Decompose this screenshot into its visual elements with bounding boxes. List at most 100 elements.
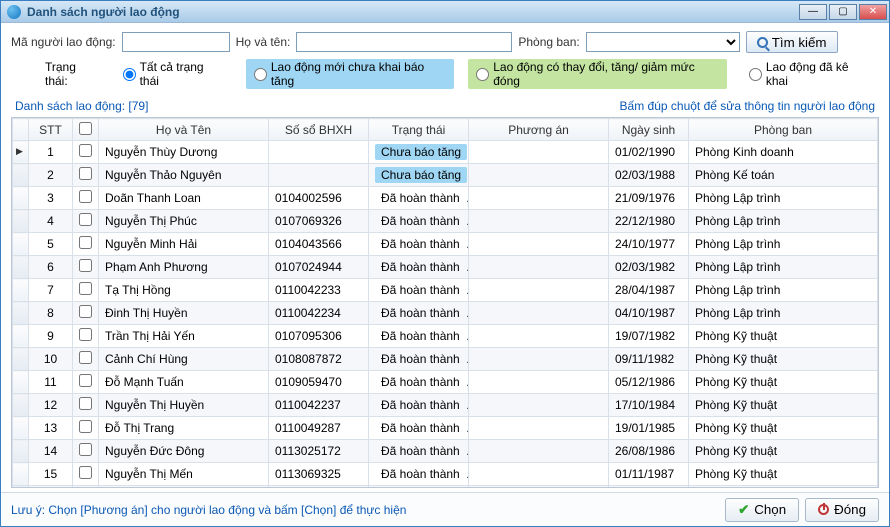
table-row[interactable]: 15Nguyễn Thị Mến0113069325Đã hoàn thành0… [13,463,878,486]
cell-checkbox[interactable] [73,463,99,486]
cell-plan[interactable] [469,141,609,164]
maximize-button[interactable]: ▢ [829,4,857,20]
header-bhxh[interactable]: Số sổ BHXH [269,119,369,141]
row-handle [13,325,29,348]
cell-checkbox[interactable] [73,302,99,325]
cell-checkbox[interactable] [73,210,99,233]
cell-plan[interactable] [469,371,609,394]
cell-plan[interactable] [469,164,609,187]
dept-select[interactable] [586,32,740,52]
status-option-new[interactable]: Lao động mới chưa khai báo tăng [246,59,454,89]
row-checkbox[interactable] [79,259,92,272]
cell-checkbox[interactable] [73,325,99,348]
header-stt[interactable]: STT [29,119,73,141]
table-row[interactable]: 7Tạ Thị Hồng0110042233Đã hoàn thành28/04… [13,279,878,302]
cell-checkbox[interactable] [73,371,99,394]
cell-plan[interactable] [469,279,609,302]
table-row[interactable]: 9Trần Thị Hải Yến0107095306Đã hoàn thành… [13,325,878,348]
table-row[interactable]: 11Đỗ Mạnh Tuấn0109059470Đã hoàn thành05/… [13,371,878,394]
cell-checkbox[interactable] [73,256,99,279]
grid-scroll[interactable]: STT Họ và Tên Số sổ BHXH Trạng thái Phươ… [12,118,878,487]
cell-checkbox[interactable] [73,164,99,187]
row-checkbox[interactable] [79,328,92,341]
name-input[interactable] [296,32,512,52]
row-checkbox[interactable] [79,397,92,410]
cell-status: Đã hoàn thành [369,279,469,302]
select-all-checkbox[interactable] [79,122,92,135]
status-option-all[interactable]: Tất cả trạng thái [115,59,232,89]
cell-status: Đã hoàn thành [369,463,469,486]
status-badge: Đã hoàn thành [375,443,466,459]
cell-checkbox[interactable] [73,233,99,256]
table-row[interactable]: 3Doãn Thanh Loan0104002596Đã hoàn thành2… [13,187,878,210]
cell-plan[interactable] [469,463,609,486]
table-row[interactable]: 12Nguyễn Thị Huyền0110042237Đã hoàn thàn… [13,394,878,417]
row-handle [13,256,29,279]
table-row[interactable]: 8Đinh Thị Huyền0110042234Đã hoàn thành04… [13,302,878,325]
row-checkbox[interactable] [79,236,92,249]
table-row[interactable]: 6Phạm Anh Phương0107024944Đã hoàn thành0… [13,256,878,279]
code-input[interactable] [122,32,230,52]
header-dob[interactable]: Ngày sinh [609,119,689,141]
row-checkbox[interactable] [79,351,92,364]
cell-plan[interactable] [469,256,609,279]
header-status[interactable]: Trạng thái [369,119,469,141]
table-row[interactable]: 2Nguyễn Thảo NguyênChưa báo tăng02/03/19… [13,164,878,187]
cell-checkbox[interactable] [73,394,99,417]
footer: Lưu ý: Chọn [Phương án] cho người lao độ… [1,492,889,526]
cell-plan[interactable] [469,233,609,256]
row-handle [13,417,29,440]
cell-plan[interactable] [469,417,609,440]
table-row[interactable]: 4Nguyễn Thị Phúc0107069326Đã hoàn thành2… [13,210,878,233]
row-checkbox[interactable] [79,282,92,295]
table-row[interactable]: 1Nguyễn Thùy DươngChưa báo tăng01/02/199… [13,141,878,164]
cell-plan[interactable] [469,302,609,325]
header-dept[interactable]: Phòng ban [689,119,878,141]
status-radio-declared[interactable] [749,68,762,81]
row-checkbox[interactable] [79,144,92,157]
status-option-changed[interactable]: Lao động có thay đổi, tăng/ giảm mức đón… [468,59,727,89]
table-row[interactable]: 10Cảnh Chí Hùng0108087872Đã hoàn thành09… [13,348,878,371]
cell-plan[interactable] [469,187,609,210]
search-button[interactable]: Tìm kiếm [746,31,838,53]
cell-checkbox[interactable] [73,141,99,164]
close-window-button[interactable]: ✕ [859,4,887,20]
choose-button[interactable]: ✔ Chọn [725,498,799,522]
table-row[interactable]: 14Nguyễn Đức Đông0113025172Đã hoàn thành… [13,440,878,463]
cell-checkbox[interactable] [73,486,99,488]
row-checkbox[interactable] [79,305,92,318]
status-radio-changed[interactable] [476,68,489,81]
cell-plan[interactable] [469,325,609,348]
row-checkbox[interactable] [79,466,92,479]
table-row[interactable]: 13Đỗ Thị Trang0110049287Đã hoàn thành19/… [13,417,878,440]
header-checkbox[interactable] [73,119,99,141]
cell-stt: 7 [29,279,73,302]
cell-name: Nguyễn Thùy Dương [99,141,269,164]
status-radio-new[interactable] [254,68,267,81]
minimize-button[interactable]: — [799,4,827,20]
table-row[interactable]: 5Nguyễn Minh Hải0104043566Đã hoàn thành2… [13,233,878,256]
status-radio-all[interactable] [123,68,136,81]
close-button[interactable]: Đóng [805,498,879,522]
row-checkbox[interactable] [79,190,92,203]
row-checkbox[interactable] [79,213,92,226]
row-checkbox[interactable] [79,374,92,387]
cell-plan[interactable] [469,486,609,488]
row-checkbox[interactable] [79,420,92,433]
header-name[interactable]: Họ và Tên [99,119,269,141]
cell-checkbox[interactable] [73,279,99,302]
cell-dob: 19/01/1985 [609,417,689,440]
cell-checkbox[interactable] [73,440,99,463]
status-option-declared[interactable]: Lao động đã kê khai [741,59,879,89]
cell-plan[interactable] [469,394,609,417]
row-checkbox[interactable] [79,443,92,456]
header-plan[interactable]: Phương án [469,119,609,141]
cell-plan[interactable] [469,440,609,463]
cell-checkbox[interactable] [73,187,99,210]
table-row[interactable]: 16Nguyễn Văn Thạch0113074800Đã hoàn thàn… [13,486,878,488]
cell-plan[interactable] [469,210,609,233]
cell-checkbox[interactable] [73,417,99,440]
cell-checkbox[interactable] [73,348,99,371]
cell-plan[interactable] [469,348,609,371]
row-checkbox[interactable] [79,167,92,180]
